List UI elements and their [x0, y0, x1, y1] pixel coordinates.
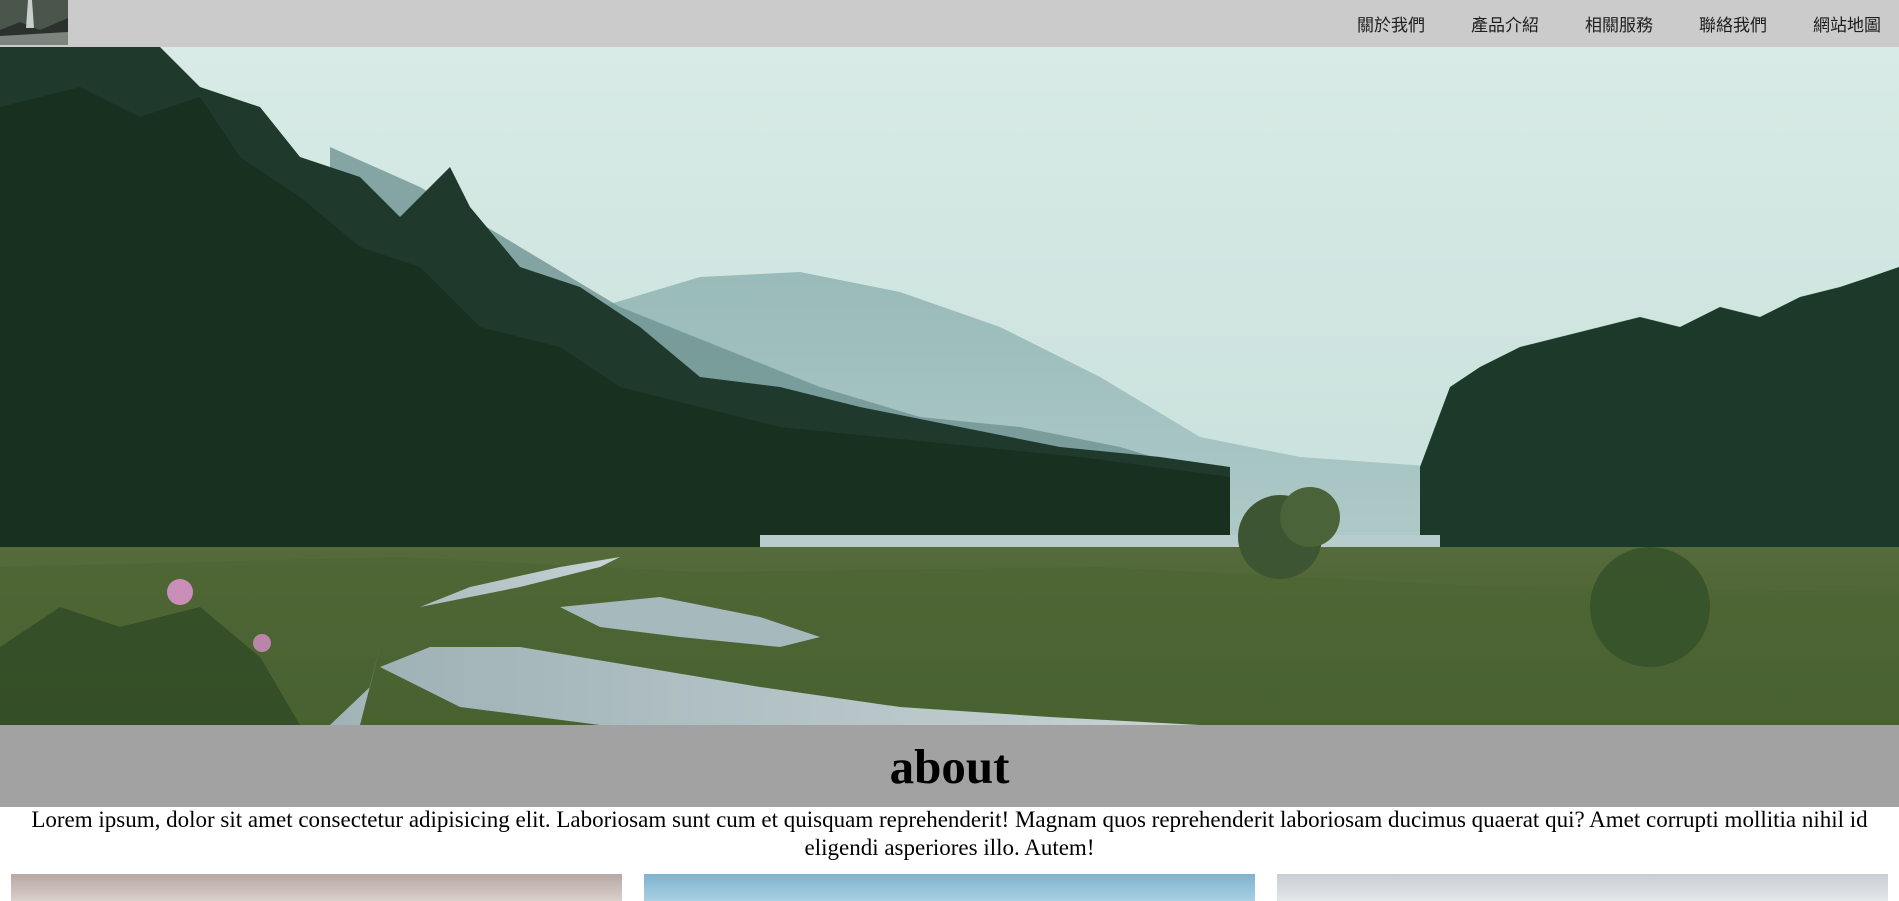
nav-item-services[interactable]: 相關服務 — [1585, 11, 1653, 36]
logo-image[interactable] — [0, 0, 68, 45]
top-navbar: 關於我們 產品介紹 相關服務 聯絡我們 網站地圖 — [0, 0, 1899, 47]
main-nav: 關於我們 產品介紹 相關服務 聯絡我們 網站地圖 — [1357, 0, 1899, 47]
landscape-illustration — [0, 47, 1899, 725]
waterfall-icon — [0, 0, 68, 45]
gallery-image-1[interactable] — [11, 874, 622, 901]
hero-banner-image — [0, 47, 1899, 725]
nav-item-about-us[interactable]: 關於我們 — [1357, 11, 1425, 36]
nav-item-products[interactable]: 產品介紹 — [1471, 11, 1539, 36]
about-title: about — [889, 738, 1010, 794]
gallery-image-3[interactable] — [1277, 874, 1888, 901]
nav-item-sitemap[interactable]: 網站地圖 — [1813, 11, 1881, 36]
about-description: Lorem ipsum, dolor sit amet consectetur … — [31, 807, 1868, 860]
gallery-image-2[interactable] — [644, 874, 1255, 901]
about-section-header: about — [0, 725, 1899, 807]
nav-item-contact[interactable]: 聯絡我們 — [1699, 11, 1767, 36]
